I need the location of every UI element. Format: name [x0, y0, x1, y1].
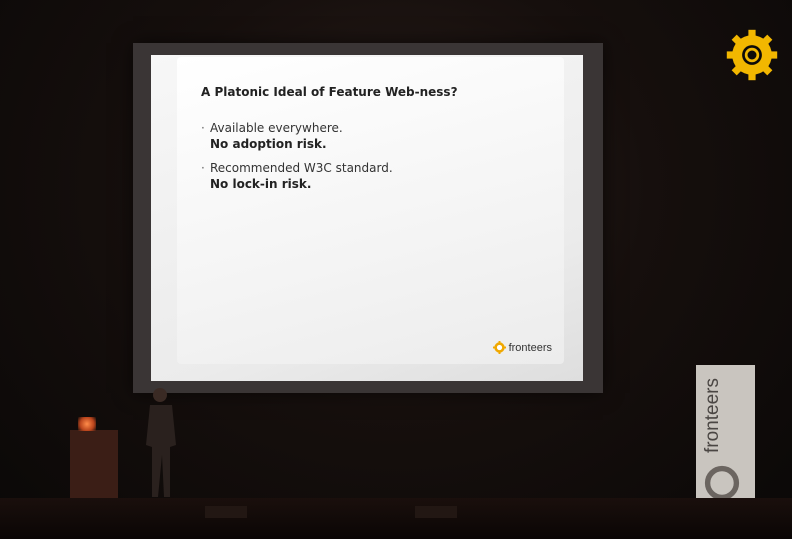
slide-logo-text: fronteers: [508, 341, 552, 354]
fronteers-banner: fronteers: [696, 365, 755, 507]
stage-floor-light: [205, 506, 247, 518]
slide-bullet: Available everywhere. No adoption risk.: [201, 120, 531, 152]
stage-floor-light: [415, 506, 457, 518]
fronteers-gear-icon: [704, 465, 740, 501]
slide-title: A Platonic Ideal of Feature Web-ness?: [201, 85, 458, 99]
laptop-screen-glow: [78, 417, 96, 431]
bullet-emphasis: No adoption risk.: [210, 137, 327, 151]
banner-text: fronteers: [702, 378, 723, 454]
stage-floor: [0, 498, 792, 539]
slide-brand-logo: fronteers: [492, 341, 552, 354]
bullet-text: Recommended W3C standard.: [210, 161, 393, 175]
slide: A Platonic Ideal of Feature Web-ness? Av…: [177, 57, 564, 364]
slide-bullet: Recommended W3C standard. No lock-in ris…: [201, 160, 531, 192]
fronteers-gear-icon: [492, 341, 506, 354]
presenter-silhouette: [146, 388, 176, 497]
fronteers-gear-icon: [726, 29, 778, 81]
podium: [70, 430, 118, 502]
slide-bullet-list: Available everywhere. No adoption risk. …: [201, 120, 531, 200]
bullet-emphasis: No lock-in risk.: [210, 177, 312, 191]
bullet-text: Available everywhere.: [210, 121, 343, 135]
